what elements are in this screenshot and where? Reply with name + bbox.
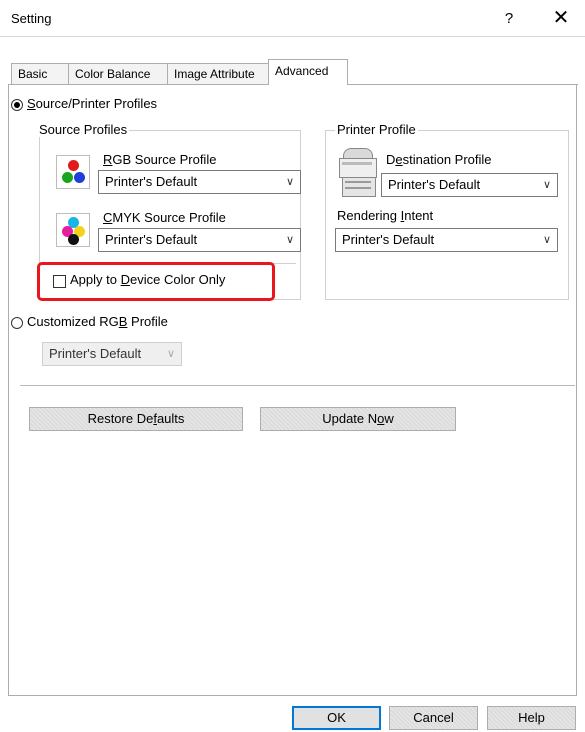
rendering-intent-label: Rendering Intent (337, 208, 434, 223)
customized-rgb-profile-select[interactable]: Printer's Default ∨ (42, 342, 182, 366)
destination-profile-label: Destination Profile (386, 152, 492, 167)
cancel-button[interactable]: Cancel (389, 706, 478, 730)
close-button[interactable]: ✕ (548, 6, 574, 30)
update-now-button[interactable]: Update Now (260, 407, 456, 431)
source-printer-profiles-radio[interactable] (11, 99, 23, 111)
chevron-down-icon: ∨ (285, 234, 294, 246)
title-divider (0, 36, 585, 37)
restore-defaults-button[interactable]: Restore Defaults (29, 407, 243, 431)
destination-profile-select[interactable]: Printer's Default ∨ (381, 173, 558, 197)
chevron-down-icon: ∨ (542, 234, 551, 246)
printer-icon (337, 148, 379, 197)
rgb-source-profile-label: RGB Source Profile (103, 152, 217, 167)
customized-rgb-profile-radio[interactable] (11, 317, 23, 329)
ok-button[interactable]: OK (292, 706, 381, 730)
help-button[interactable]: Help (487, 706, 576, 730)
chevron-down-icon: ∨ (166, 348, 175, 360)
tab-basic[interactable]: Basic (11, 63, 69, 84)
chevron-down-icon: ∨ (542, 179, 551, 191)
tab-image-attribute[interactable]: Image Attribute (167, 63, 269, 84)
cmyk-profile-icon (56, 213, 90, 247)
source-printer-profiles-label[interactable]: Source/Printer Profiles (27, 96, 157, 111)
section-divider (20, 385, 575, 386)
printer-profile-title: Printer Profile (335, 122, 418, 137)
highlight-box (37, 262, 275, 301)
window-title: Setting (11, 11, 52, 26)
tab-advanced[interactable]: Advanced (268, 59, 348, 85)
cmyk-source-profile-select[interactable]: Printer's Default ∨ (98, 228, 301, 252)
source-profiles-title: Source Profiles (37, 122, 130, 137)
rendering-intent-select[interactable]: Printer's Default ∨ (335, 228, 558, 252)
help-question-button[interactable]: ? (496, 8, 522, 30)
chevron-down-icon: ∨ (285, 176, 294, 188)
cmyk-source-profile-label: CMYK Source Profile (103, 210, 226, 225)
rgb-profile-icon (56, 155, 90, 189)
tab-color-balance[interactable]: Color Balance (68, 63, 168, 84)
customized-rgb-profile-label[interactable]: Customized RGB Profile (27, 314, 168, 329)
rgb-source-profile-select[interactable]: Printer's Default ∨ (98, 170, 301, 194)
